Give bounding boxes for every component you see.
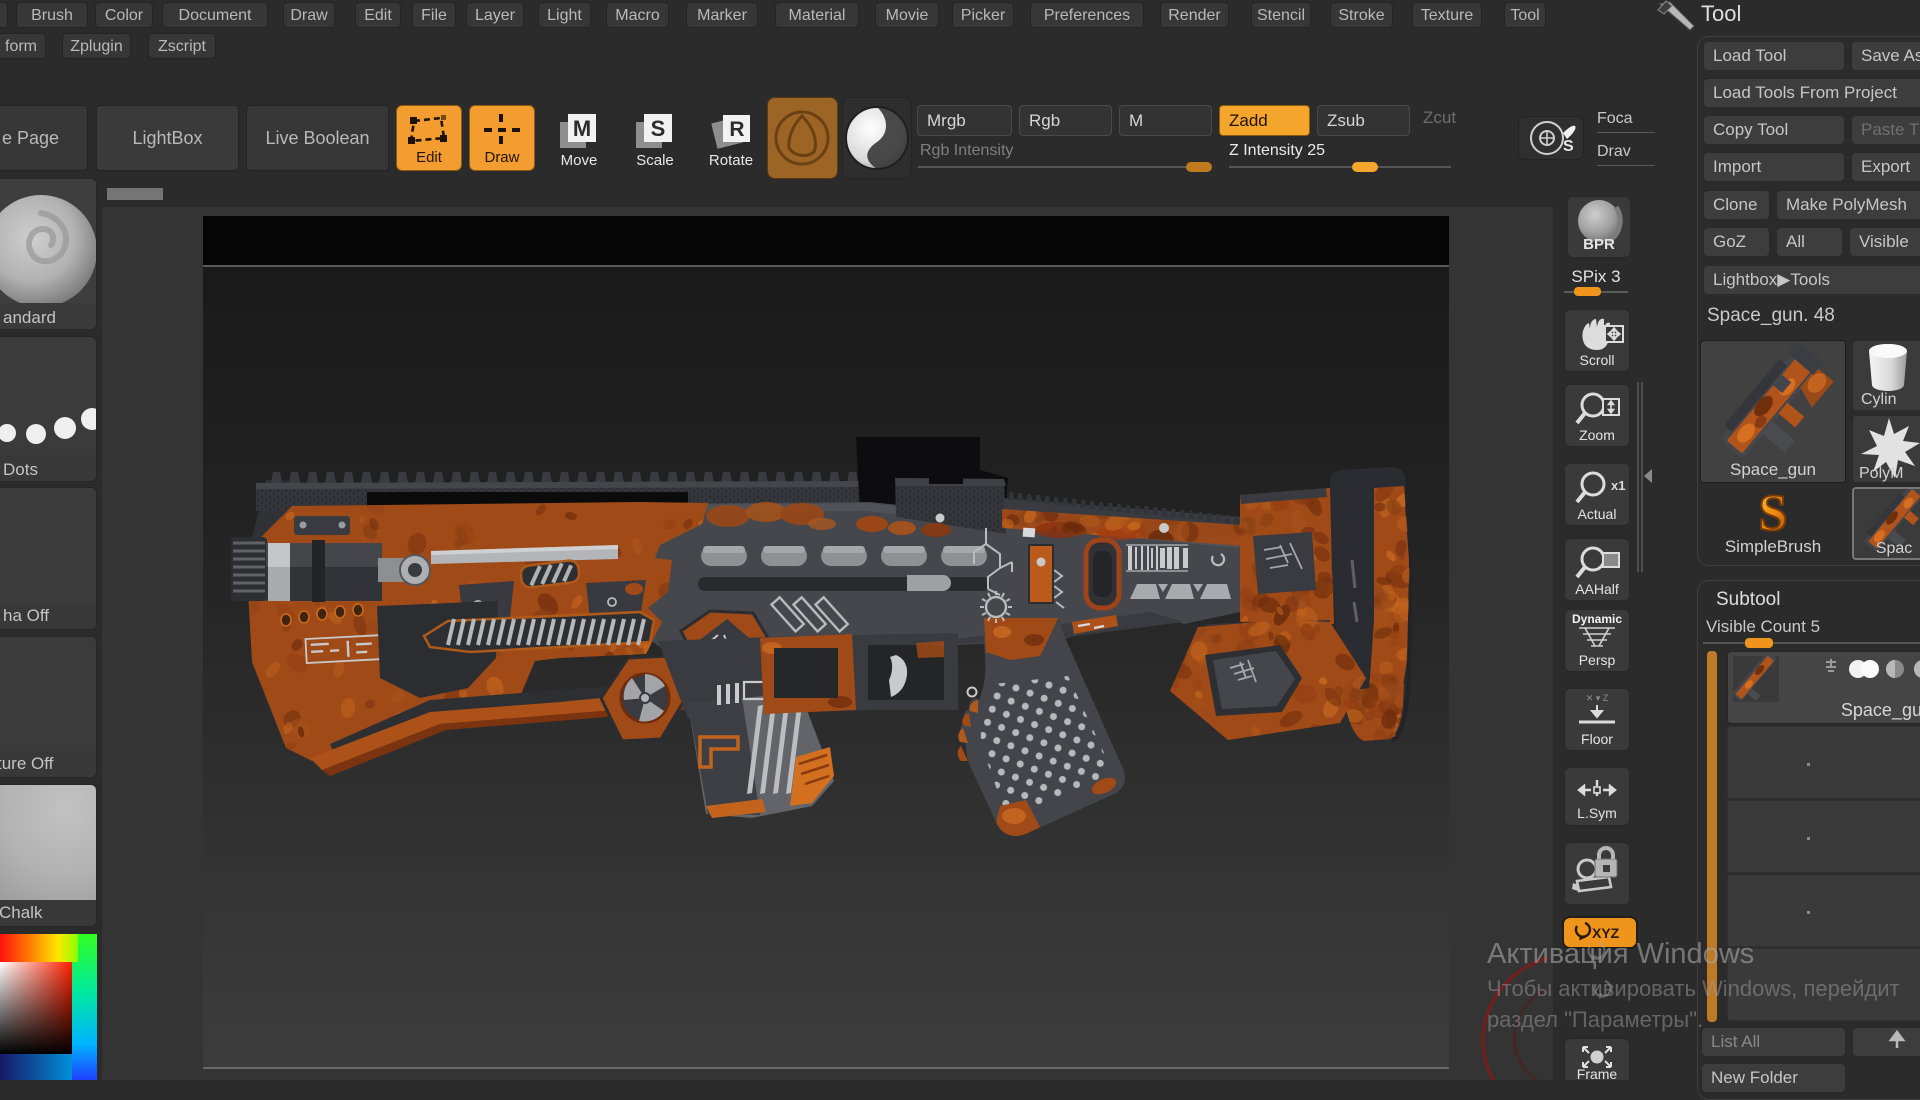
svg-text:Actual: Actual [1578, 506, 1617, 522]
svg-text:L.Sym: L.Sym [1577, 805, 1617, 821]
svg-text:Move: Move [561, 152, 598, 169]
svg-text:Edit: Edit [416, 149, 443, 166]
svg-text:Draw: Draw [484, 149, 519, 166]
svg-text:S: S [1759, 488, 1788, 542]
svg-text:Persp: Persp [1579, 652, 1616, 668]
svg-text:✕ ▾ Z: ✕ ▾ Z [1586, 693, 1609, 703]
svg-text:Rotate: Rotate [709, 152, 753, 169]
svg-text:x1: x1 [1611, 478, 1625, 493]
svg-text:S: S [651, 116, 666, 141]
svg-text:R: R [729, 118, 744, 141]
svg-text:Cylin: Cylin [1861, 391, 1897, 408]
svg-text:Dots: Dots [3, 460, 38, 479]
svg-text:M: M [573, 116, 591, 141]
svg-text:Spac: Spac [1876, 540, 1912, 557]
svg-text:andard: andard [3, 308, 56, 327]
svg-text:Dynamic: Dynamic [1572, 612, 1622, 626]
svg-text:Floor: Floor [1581, 731, 1613, 747]
svg-text:PolyM: PolyM [1859, 465, 1903, 482]
svg-text:Scale: Scale [636, 152, 674, 169]
svg-text:Space_gun: Space_gun [1730, 460, 1816, 479]
svg-text:Zoom: Zoom [1579, 427, 1615, 443]
svg-text:AAHalf: AAHalf [1575, 581, 1619, 597]
svg-text:Scroll: Scroll [1579, 352, 1614, 368]
svg-text:SimpleBrush: SimpleBrush [1725, 537, 1821, 556]
svg-text:S: S [1563, 138, 1574, 155]
svg-text:BPR: BPR [1583, 236, 1615, 253]
